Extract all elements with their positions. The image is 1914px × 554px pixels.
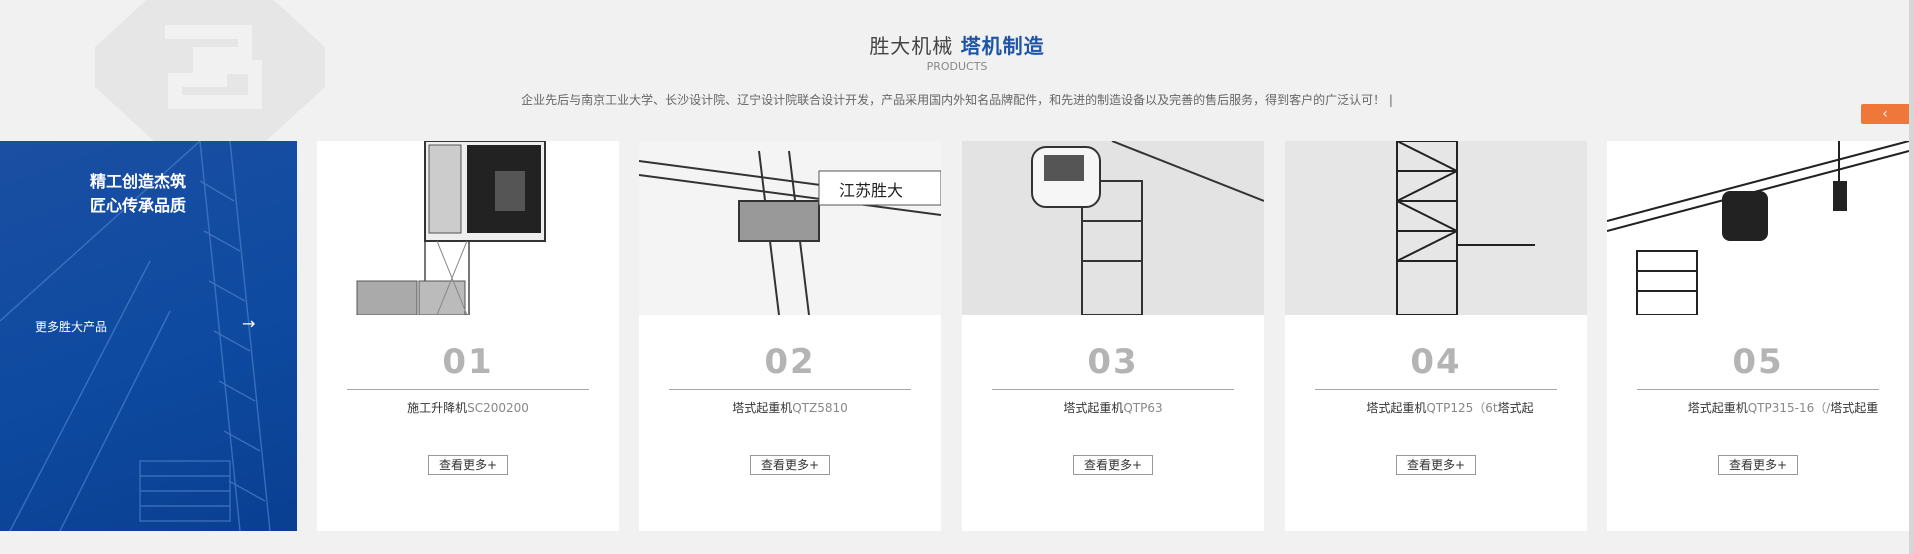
divider — [1637, 389, 1879, 390]
title-plain: 胜大机械 — [869, 34, 954, 58]
product-number: 04 — [1410, 342, 1462, 382]
prev-slide-button[interactable]: ‹ — [1861, 104, 1909, 124]
product-name-overflow: 塔式起 — [1497, 401, 1534, 415]
product-type: 塔式起重机 — [1366, 401, 1427, 415]
product-photo — [962, 141, 1264, 315]
arrow-right-icon[interactable]: → — [242, 314, 255, 333]
promo-panel: 精工创造杰筑 匠心传承品质 更多胜大产品 → — [0, 141, 297, 531]
divider — [992, 389, 1234, 390]
product-model: SC200200 — [467, 401, 529, 415]
section-title: 胜大机械 塔机制造 — [0, 30, 1914, 59]
product-name[interactable]: 塔式起重机QTP315-16（/塔式起重 — [1607, 399, 1909, 416]
promo-slogan: 精工创造杰筑 匠心传承品质 — [90, 170, 186, 218]
product-number: 03 — [1087, 342, 1139, 382]
product-model: QTZ5810 — [792, 401, 848, 415]
tower-mast-image — [1285, 141, 1587, 315]
product-name[interactable]: 塔式起重机QTP125（6t塔式起 — [1285, 399, 1587, 416]
product-number: 02 — [764, 342, 816, 382]
product-photo — [317, 141, 619, 315]
section-description: 企业先后与南京工业大学、长沙设计院、辽宁设计院联合设计开发，产品采用国内外知名品… — [521, 93, 1393, 107]
product-type: 塔式起重机 — [1063, 401, 1124, 415]
slogan-line-2: 匠心传承品质 — [90, 196, 187, 215]
divider — [669, 389, 911, 390]
product-photo: 江苏胜大 — [639, 141, 941, 315]
divider — [347, 389, 589, 390]
product-type: 塔式起重机 — [732, 401, 793, 415]
view-more-button[interactable]: 查看更多+ — [750, 455, 830, 475]
product-card[interactable]: 05 塔式起重机QTP315-16（/塔式起重 查看更多+ — [1607, 141, 1909, 531]
product-model: QTP315-16（/ — [1747, 401, 1831, 415]
product-model: QTP125（6t — [1426, 401, 1498, 415]
more-products-link[interactable]: 更多胜大产品 — [35, 318, 107, 335]
product-card[interactable]: 04 塔式起重机QTP125（6t塔式起 查看更多+ — [1285, 141, 1587, 531]
slogan-line-1: 精工创造杰筑 — [90, 172, 187, 191]
construction-elevator-image — [317, 141, 619, 315]
tower-crane-hook-image — [1607, 141, 1909, 315]
title-accent: 塔机制造 — [960, 34, 1045, 58]
product-model: QTP63 — [1123, 401, 1163, 415]
section-header: 胜大机械 塔机制造 PRODUCTS 企业先后与南京工业大学、长沙设计院、辽宁设… — [0, 0, 1914, 140]
product-type: 施工升降机 — [407, 401, 468, 415]
product-type: 塔式起重机 — [1687, 401, 1748, 415]
view-more-button[interactable]: 查看更多+ — [1718, 455, 1798, 475]
product-card[interactable]: 江苏胜大 02 塔式起重机QTZ5810 查看更多+ — [639, 141, 941, 531]
product-name-overflow: 塔式起重 — [1830, 401, 1879, 415]
product-number: 05 — [1732, 342, 1784, 382]
product-name[interactable]: 塔式起重机QTZ5810 — [639, 399, 941, 416]
view-more-button[interactable]: 查看更多+ — [428, 455, 508, 475]
divider — [1315, 389, 1557, 390]
product-number: 01 — [442, 342, 494, 382]
view-more-button[interactable]: 查看更多+ — [1073, 455, 1153, 475]
crane-sign-text: 江苏胜大 — [839, 181, 903, 200]
view-more-button[interactable]: 查看更多+ — [1396, 455, 1476, 475]
product-name[interactable]: 施工升降机SC200200 — [317, 399, 619, 416]
product-card[interactable]: 03 塔式起重机QTP63 查看更多+ — [962, 141, 1264, 531]
product-photo — [1607, 141, 1909, 315]
section-subtitle: PRODUCTS — [926, 60, 988, 73]
tower-crane-cab-image — [962, 141, 1264, 315]
scrollbar[interactable] — [1909, 0, 1914, 554]
product-card[interactable]: 01 施工升降机SC200200 查看更多+ — [317, 141, 619, 531]
product-photo — [1285, 141, 1587, 315]
product-name[interactable]: 塔式起重机QTP63 — [962, 399, 1264, 416]
tower-crane-image: 江苏胜大 — [639, 141, 941, 315]
